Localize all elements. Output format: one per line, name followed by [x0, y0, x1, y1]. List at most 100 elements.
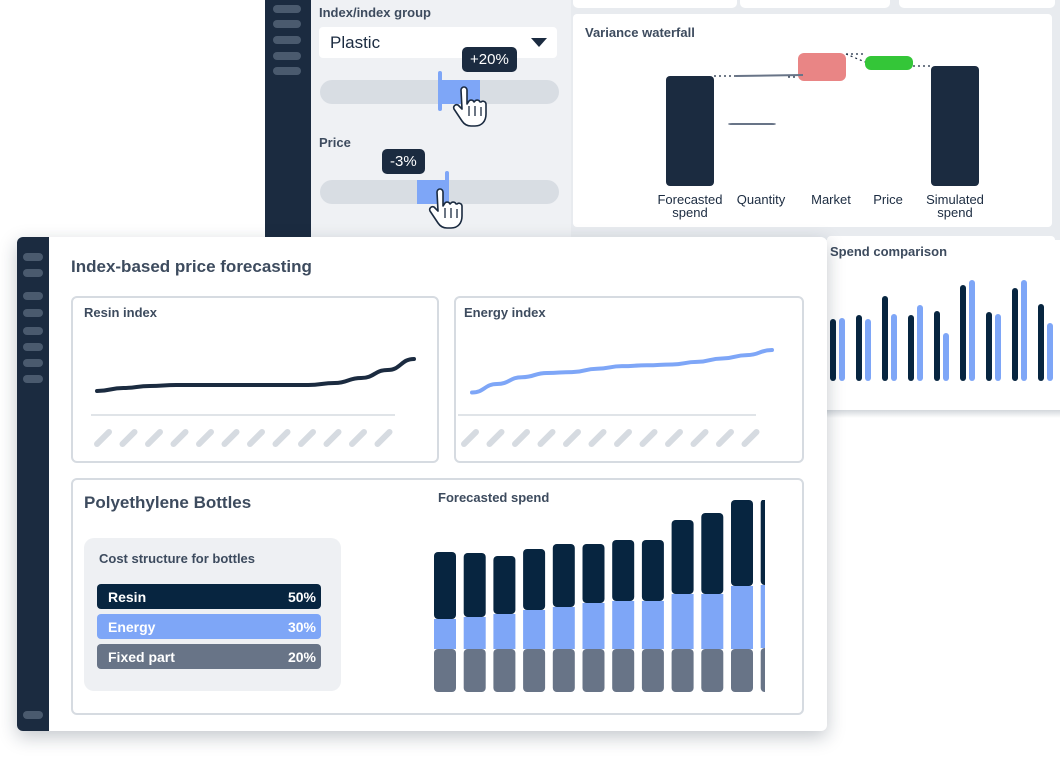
- scenario-window: Index/index group Plastic +20% Price -3%…: [265, 0, 1060, 411]
- resin-index-chart: [91, 357, 416, 447]
- sidebar-item-5[interactable]: [273, 67, 301, 75]
- spend-bar-dark: [1038, 304, 1044, 381]
- stack-resin: [552, 544, 575, 607]
- spend-comparison-card: Spend comparison: [827, 236, 1055, 411]
- waterfall-bar: [735, 74, 804, 77]
- stack-resin: [641, 540, 664, 601]
- sidebar-item-1[interactable]: [273, 5, 301, 13]
- x-tick-placeholder: [272, 429, 291, 447]
- stack-fixed: [731, 649, 753, 692]
- cost-row-pct: 50%: [287, 589, 316, 605]
- spend-bar-blue: [865, 319, 871, 381]
- index-group-select[interactable]: Plastic: [319, 27, 557, 58]
- spend-comparison-chart: [830, 280, 1053, 381]
- index-slider-tooltip: +20%: [462, 47, 517, 72]
- x-tick-placeholder: [221, 429, 240, 447]
- cost-row-label: Energy: [108, 619, 156, 635]
- sidebar: [265, 0, 311, 240]
- cost-row-pct: 20%: [287, 649, 316, 665]
- spend-bar-blue: [839, 318, 845, 381]
- x-tick-placeholder: [588, 429, 607, 447]
- product-title: Polyethylene Bottles: [84, 493, 252, 512]
- sidebar-item-8[interactable]: [23, 375, 43, 383]
- stack-resin: [582, 544, 605, 603]
- x-tick-placeholder: [741, 429, 760, 447]
- sidebar-item-5[interactable]: [23, 327, 43, 335]
- spend-bar-blue: [1021, 280, 1027, 381]
- window-shadow: [827, 410, 1060, 418]
- stack-fixed: [641, 649, 664, 692]
- spend-bar-dark: [960, 285, 966, 381]
- price-label: Price: [319, 135, 351, 150]
- stack-energy: [523, 610, 546, 649]
- stack-energy: [641, 601, 664, 649]
- summary-card: [740, 0, 890, 8]
- stack-energy: [731, 586, 753, 649]
- x-tick-placeholder: [145, 429, 163, 447]
- cost-row-fixed: Fixed part 20%: [97, 644, 321, 669]
- x-tick-placeholder: [247, 429, 265, 447]
- spend-bar-dark: [1012, 288, 1018, 381]
- sidebar-item-3[interactable]: [273, 36, 301, 44]
- stack-energy: [434, 619, 456, 649]
- sidebar-item-7[interactable]: [23, 359, 43, 367]
- index-line: [470, 348, 774, 395]
- spend-bar-dark: [934, 311, 940, 381]
- cost-row-label: Fixed part: [108, 649, 175, 665]
- waterfall-chart: ForecastedspendQuantity Market Price Simula…: [657, 53, 984, 220]
- x-tick-placeholder: [614, 429, 632, 447]
- x-tick-placeholder: [119, 429, 138, 447]
- sidebar: [17, 237, 49, 731]
- waterfall-category-label: Market: [811, 192, 851, 207]
- stack-resin: [493, 556, 516, 614]
- spend-bar-blue: [917, 305, 923, 381]
- index-slider-handle[interactable]: [438, 71, 442, 111]
- sidebar-item-2[interactable]: [23, 269, 43, 277]
- price-slider-tooltip: -3%: [382, 149, 425, 174]
- stack-fixed: [552, 649, 575, 692]
- spend-bar-dark: [830, 319, 836, 381]
- stack-fixed: [671, 649, 694, 692]
- spend-bar-blue: [969, 280, 975, 381]
- stack-resin: [760, 500, 765, 585]
- x-tick-placeholder: [196, 429, 214, 447]
- x-tick-placeholder: [665, 429, 683, 447]
- waterfall-connector: [845, 53, 866, 63]
- stack-energy: [612, 601, 635, 649]
- stack-resin: [523, 549, 546, 610]
- x-tick-placeholder: [298, 429, 316, 447]
- sidebar-item-4[interactable]: [23, 309, 43, 317]
- spend-bar-blue: [943, 333, 949, 381]
- sidebar-item-1[interactable]: [23, 253, 43, 261]
- spend-bar-dark: [882, 296, 888, 381]
- spend-bar-dark: [856, 315, 862, 381]
- cost-structure-panel: Cost structure for bottles Resin 50% Ene…: [84, 538, 341, 691]
- spend-bar-blue: [891, 314, 897, 381]
- x-tick-placeholder: [323, 429, 342, 447]
- spend-bar-blue: [995, 314, 1001, 381]
- hand-cursor-icon: [428, 188, 463, 229]
- sidebar-item-2[interactable]: [273, 20, 301, 28]
- chevron-down-icon[interactable]: [531, 38, 547, 47]
- stack-energy: [671, 594, 694, 649]
- x-tick-placeholder: [349, 429, 367, 447]
- page-title: Index-based price forecasting: [71, 257, 312, 276]
- index-slider[interactable]: [320, 71, 559, 111]
- sidebar-item-3[interactable]: [23, 292, 43, 300]
- stack-fixed: [701, 649, 724, 692]
- resin-index-card: Resin index: [71, 296, 439, 463]
- index-group-value: Plastic: [330, 33, 381, 52]
- waterfall-category-label: Price: [873, 192, 903, 207]
- stack-resin: [612, 540, 635, 601]
- x-tick-placeholder: [563, 429, 581, 447]
- x-tick-placeholder: [486, 429, 505, 447]
- stack-fixed: [582, 649, 605, 692]
- sidebar-item-6[interactable]: [23, 343, 43, 351]
- forecasted-spend-chart: [434, 500, 765, 692]
- waterfall-bar: [728, 123, 776, 125]
- spend-bar-dark: [908, 315, 914, 381]
- stack-fixed: [760, 648, 765, 692]
- sidebar-item-settings[interactable]: [23, 711, 43, 719]
- sidebar-item-4[interactable]: [273, 52, 301, 60]
- x-tick-placeholder: [374, 429, 393, 447]
